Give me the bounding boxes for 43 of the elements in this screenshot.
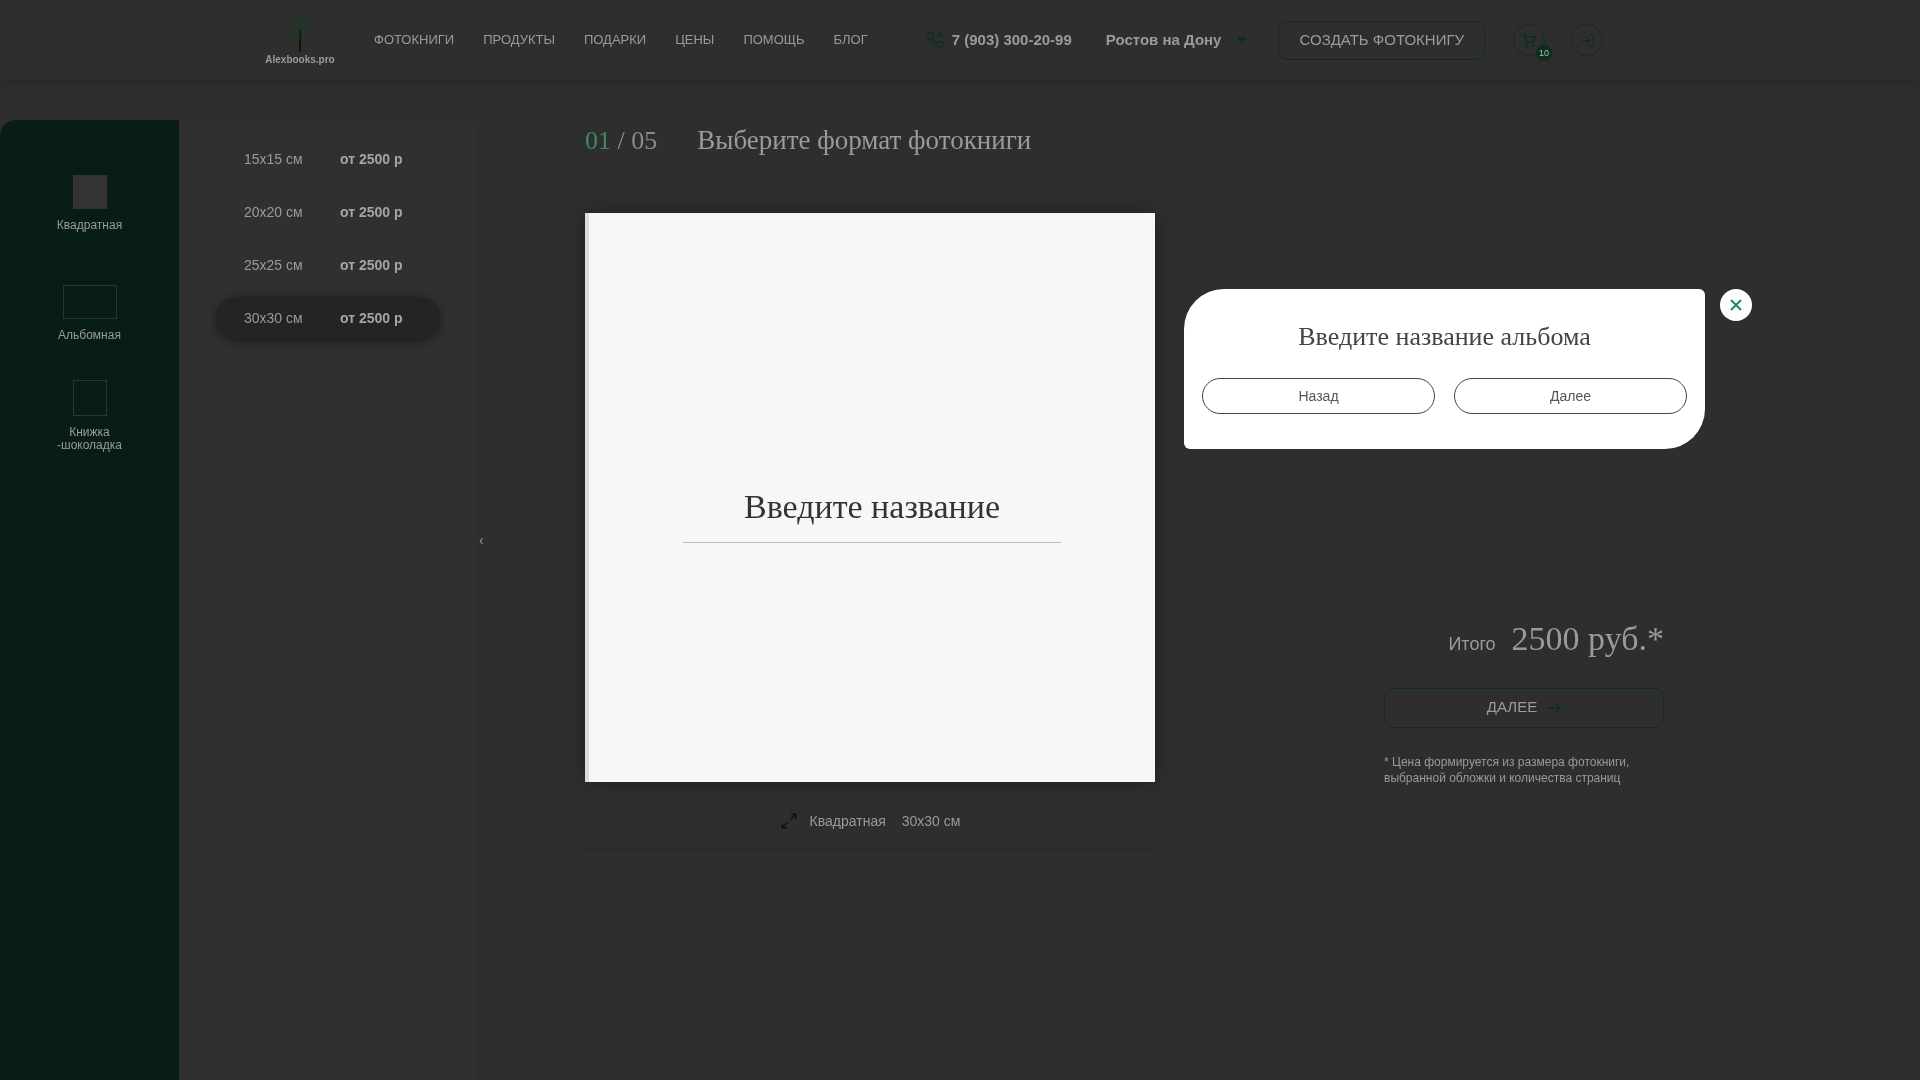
price-note: * Цена формируется из размера фотокниги, выбранной обложки и количества страниц: [1384, 753, 1631, 786]
step-total: / 05: [617, 126, 658, 155]
logo-text: Alexbooks.pro: [265, 52, 335, 67]
size-option[interactable]: 30x30 см от 2500 р: [216, 297, 440, 339]
format-option[interactable]: Альбомная: [49, 329, 130, 342]
format-option[interactable]: Книжка -шоколадка: [49, 426, 130, 452]
size-label: 15x15 см: [244, 149, 304, 169]
step-title: Выберите формат фотокниги: [697, 124, 1032, 157]
resize-arrows-icon: [779, 812, 798, 830]
login-icon: [1579, 32, 1595, 48]
price-label: от 2500 р: [340, 202, 403, 222]
caret-icon: [1237, 36, 1247, 44]
nav-link[interactable]: ЦЕНЫ: [675, 30, 715, 50]
price-label: от 2500 р: [340, 308, 403, 328]
size-label: 25x25 см: [244, 255, 304, 275]
total-price: 2500 руб.*: [1511, 618, 1664, 659]
arrow-right-icon: [1547, 702, 1562, 713]
price-label: от 2500 р: [340, 255, 403, 275]
close-icon: [1730, 299, 1742, 311]
nav-link[interactable]: ПОДАРКИ: [583, 30, 647, 50]
nav-link[interactable]: ПОМОЩЬ: [743, 30, 805, 50]
size-label: 30x30 см: [244, 308, 304, 328]
price-label: от 2500 р: [340, 149, 403, 169]
cover-title-field[interactable]: Введите название: [683, 481, 1061, 543]
cart-icon: [1521, 32, 1538, 48]
create-photobook-button[interactable]: СОЗДАТЬ ФОТОКНИГУ: [1278, 20, 1486, 60]
format-caption: Квадратная: [809, 811, 886, 831]
next-button[interactable]: ДАЛЕЕ: [1384, 687, 1664, 728]
size-label: 20x20 см: [244, 202, 304, 222]
city-selector[interactable]: Ростов на Дону: [1105, 28, 1247, 52]
size-caption: 30x30 см: [901, 811, 961, 831]
total-label: Итого: [1448, 632, 1496, 656]
step-current: 01: [585, 126, 611, 155]
nav-link[interactable]: БЛОГ: [833, 30, 868, 50]
close-button[interactable]: [1720, 289, 1752, 321]
cart-count-badge: 10: [1536, 45, 1553, 61]
phone-number[interactable]: 7 (903) 300-20-99: [951, 28, 1072, 52]
dialog-title: Введите название альбома: [1298, 321, 1591, 353]
nav-link[interactable]: ПРОДУКТЫ: [483, 30, 555, 50]
phone-icon: [925, 31, 944, 49]
format-option[interactable]: Квадратная: [49, 219, 130, 232]
collapse-chevron[interactable]: ‹: [479, 529, 484, 551]
nav-link[interactable]: ФОТОКНИГИ: [374, 30, 455, 50]
